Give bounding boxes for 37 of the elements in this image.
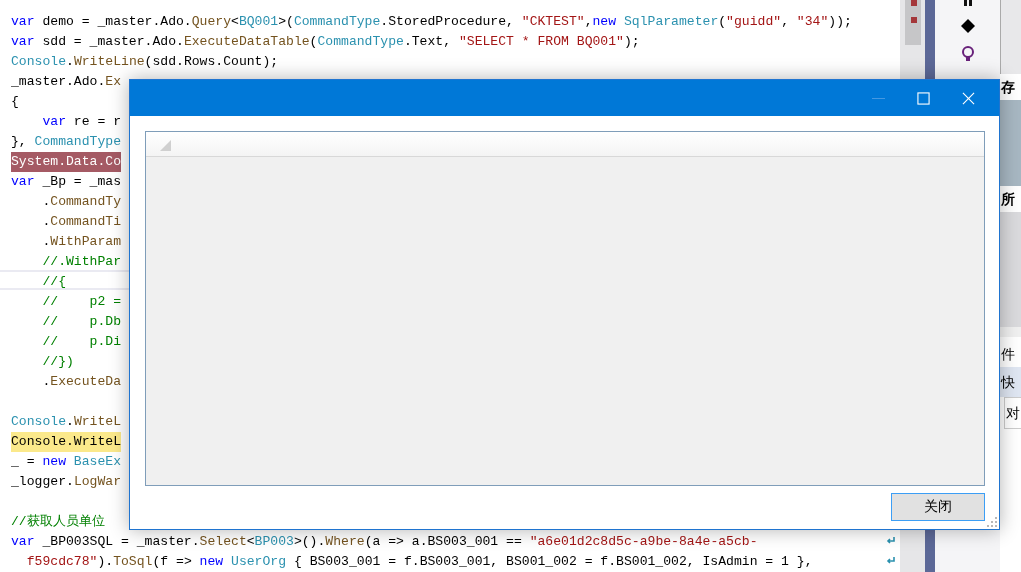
- code-line: var _BP003SQL = _master.Select<BP003>().Where(a => a.BS003_001 == "a6e01d2c8d5c-a9be-8a4e-a5cb-: [11, 533, 758, 551]
- code-line: //{: [41, 274, 66, 290]
- code-line: var re = r: [41, 113, 122, 131]
- code-line: .ExecuteDa: [41, 373, 121, 391]
- code-line: .WithParam: [41, 233, 121, 251]
- code-line: Console.WriteL: [11, 413, 122, 431]
- resize-grip-icon[interactable]: [987, 517, 997, 527]
- code-line: var sdd = _master.Ado.ExecuteDataTable(CommandType.Text, "SELECT * FROM BQ001");: [11, 33, 640, 51]
- code-line: // p.Di: [41, 333, 121, 351]
- panel-label: 快: [1000, 367, 1021, 397]
- code-line: _logger.LogWar: [11, 473, 122, 491]
- code-line: f59cdc78").ToSql(f => new UserOrg { BS003_001 = f.BS003_001, BS001_002 = f.BS001_002, IsAdmin = 1 },: [25, 553, 813, 571]
- code-line: _master.Ado.Ex: [11, 73, 121, 91]
- code-line: // p.Db: [41, 313, 121, 331]
- code-line: //}): [41, 353, 74, 371]
- code-line: .CommandTi: [41, 213, 121, 231]
- close-button[interactable]: 关闭: [891, 493, 985, 521]
- code-line: var demo = _master.Ado.Query<BQ001>(CommandType.StoredProcedure, "CKTEST",new SqlParameter("guidd", "34"));: [11, 13, 852, 31]
- panel-label: 件: [1000, 345, 1016, 364]
- maximize-icon[interactable]: [917, 91, 930, 105]
- lightbulb-icon[interactable]: [959, 46, 976, 62]
- panel-label: 对: [1004, 397, 1021, 429]
- code-line: {: [11, 93, 19, 111]
- code-line: //.WithPar: [41, 253, 121, 271]
- diamond-icon[interactable]: [959, 18, 976, 34]
- code-line: }, CommandType: [11, 133, 121, 151]
- panel-label: 存: [1000, 78, 1016, 97]
- wrap-arrow-icon: [886, 536, 896, 546]
- code-line: var _Bp = _mas: [11, 173, 121, 191]
- close-icon[interactable]: [962, 91, 975, 105]
- code-line: //获取人员单位: [11, 513, 105, 531]
- code-line: _ = new BaseEx: [11, 453, 122, 471]
- wrap-arrow-icon: [886, 556, 896, 566]
- code-line: Console.WriteLine(sdd.Rows.Count);: [11, 53, 279, 71]
- code-line: .CommandTy: [41, 193, 121, 211]
- code-line: // p2 =: [41, 293, 121, 311]
- panel-label: 所: [1000, 190, 1016, 209]
